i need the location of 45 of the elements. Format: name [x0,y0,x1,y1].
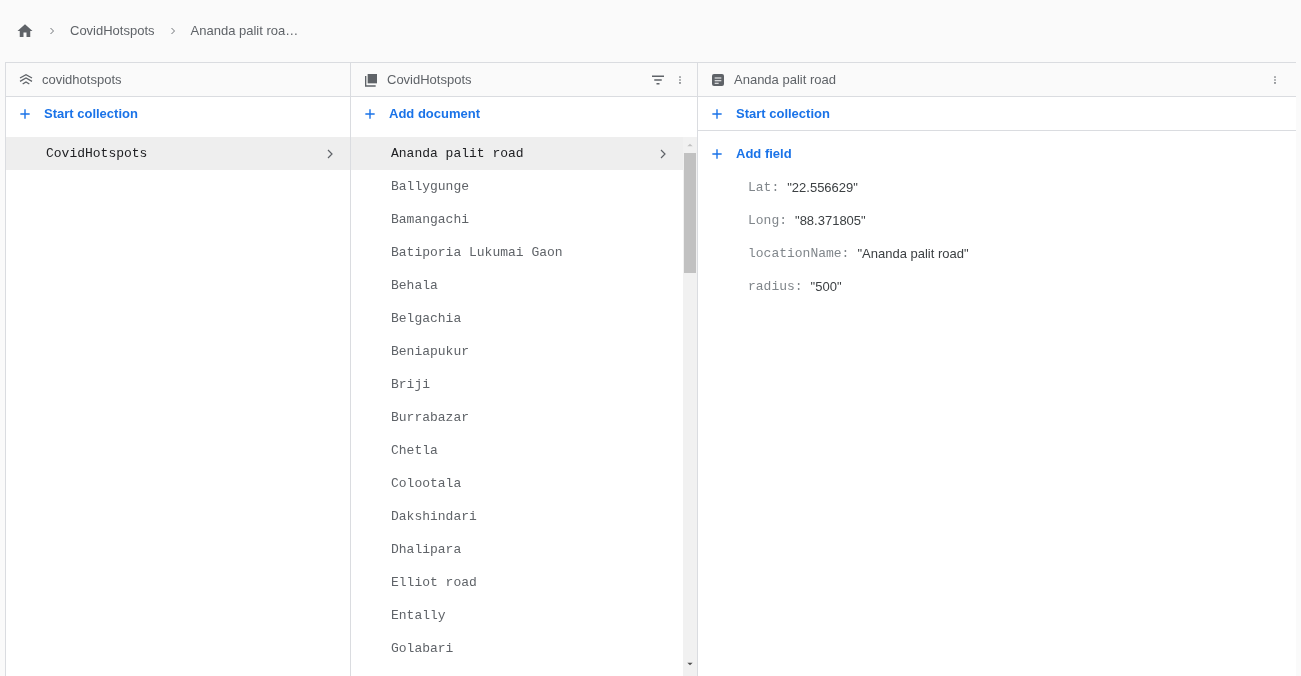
add-button[interactable]: Start collection [6,97,350,131]
scrollbar-thumb[interactable] [684,153,696,273]
plus-icon [710,147,724,161]
field-value: "500" [810,277,842,296]
panel-title: CovidHotspots [387,70,473,89]
list-item[interactable]: Entally [351,599,683,632]
field-value: "22.556629" [787,178,858,197]
list-item[interactable]: Behala [351,269,683,302]
add-button[interactable]: Add document [351,97,697,131]
field-value: "Ananda palit road" [857,244,969,263]
field-value: "88.371805" [795,211,866,230]
list-item[interactable]: Burrabazar [351,401,683,434]
list-item[interactable]: Ananda palit road [351,137,683,170]
field-key: locationName: [748,243,850,264]
breadcrumb-link[interactable]: Ananda palit roa… [190,21,299,41]
add-button[interactable]: Start collection [698,97,1296,131]
plus-icon [363,107,377,121]
field-key: Long: [748,210,787,231]
list-item[interactable]: Bamangachi [351,203,683,236]
plus-icon [710,106,724,121]
list-item[interactable]: Colootala [351,467,683,500]
collection-icon [363,71,379,88]
home-icon [16,22,34,40]
scrollbar[interactable] [683,137,697,676]
panel-title: covidhotspots [42,70,123,89]
scroll-up-icon [686,141,694,149]
scroll-down-icon [686,660,694,668]
list-item[interactable]: Batiporia Lukumai Gaon [351,236,683,269]
list-item[interactable]: CovidHotspots [6,137,350,170]
panel-title: Ananda palit road [734,70,837,89]
list-item[interactable]: Beniapukur [351,335,683,368]
list-item[interactable]: Ballygunge [351,170,683,203]
document-icon [710,71,726,88]
field-key: radius: [748,276,803,297]
add-button[interactable]: Add field [698,137,1296,171]
list-item[interactable]: Briji [351,368,683,401]
list-item[interactable]: Golabari [351,632,683,665]
plus-icon [18,107,32,121]
list-item[interactable]: Dakshindari [351,500,683,533]
list-item[interactable]: Chetla [351,434,683,467]
field-key: Lat: [748,177,780,198]
list-item[interactable]: Dhalipara [351,533,683,566]
breadcrumb-link[interactable]: CovidHotspots [70,21,155,41]
list-item[interactable]: Belgachia [351,302,683,335]
list-item[interactable]: Elliot road [351,566,683,599]
